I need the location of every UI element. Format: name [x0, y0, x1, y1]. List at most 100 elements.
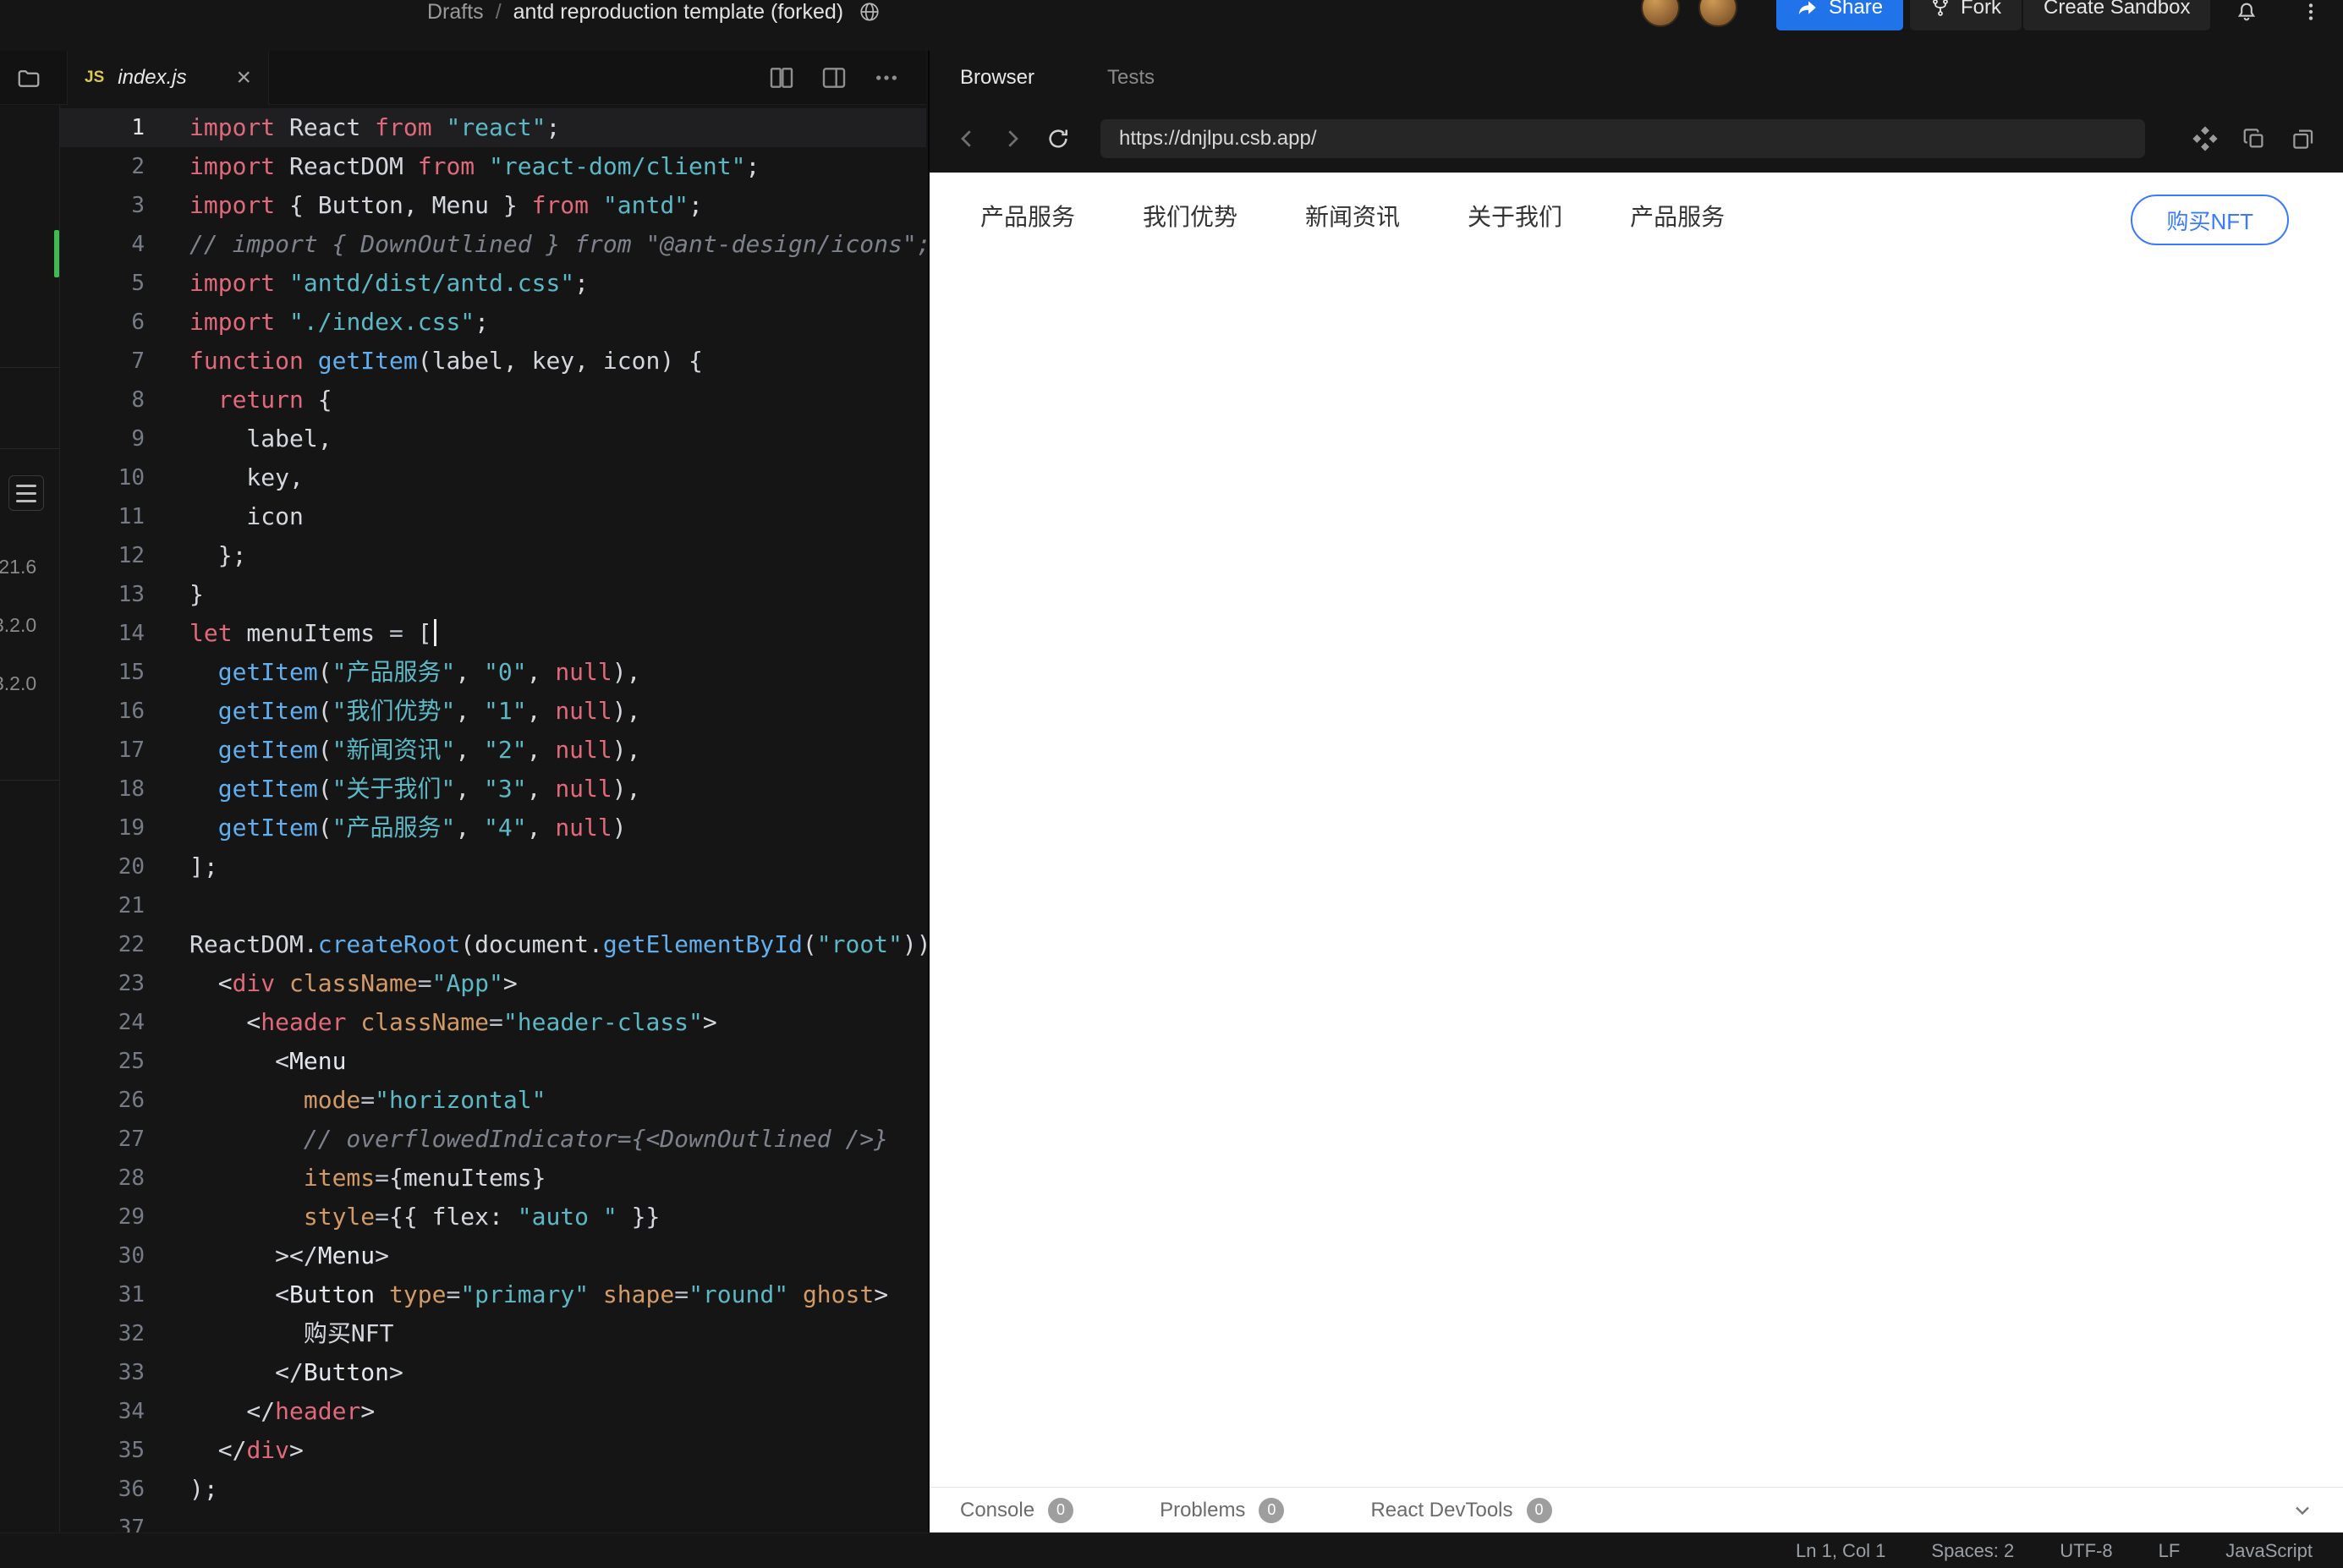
code-line[interactable]: 6 import "./index.css"; [60, 303, 926, 342]
code-line[interactable]: 10 key, [60, 458, 926, 497]
line-content: function getItem(label, key, icon) { [189, 347, 703, 375]
site-menu-item[interactable]: 产品服务 [947, 184, 1109, 250]
site-menu-item[interactable]: 新闻资讯 [1271, 184, 1434, 250]
line-number: 31 [118, 1282, 145, 1308]
code-editor[interactable]: 1 import React from "react"; 2 import React… [60, 105, 926, 1532]
text-cursor [433, 619, 436, 646]
eol-setting[interactable]: LF [2159, 1540, 2181, 1562]
tab-index-js[interactable]: JS index.js × [67, 51, 269, 105]
line-content: }; [189, 541, 247, 569]
buy-nft-button[interactable]: 购买NFT [2131, 195, 2289, 245]
fork-button[interactable]: Fork [1910, 0, 2022, 30]
code-line[interactable]: 34 </header> [60, 1392, 926, 1431]
code-line[interactable]: 1 import React from "react"; [60, 108, 926, 147]
url-input[interactable] [1100, 119, 2145, 158]
more-options-kebab-icon[interactable] [2294, 0, 2328, 29]
line-number: 11 [118, 504, 145, 529]
sandbox-title[interactable]: antd reproduction template (forked) [513, 0, 844, 25]
cursor-position[interactable]: Ln 1, Col 1 [1796, 1540, 1885, 1562]
avatar[interactable] [1641, 0, 1680, 27]
site-menu-item[interactable]: 我们优势 [1109, 184, 1271, 250]
preview-panel: Browser Tests https://dnjlpu.csb.app/ 产品… [928, 51, 2343, 1532]
site-menu-item[interactable]: 关于我们 [1434, 184, 1596, 250]
forward-icon[interactable] [997, 123, 1028, 154]
line-number: 34 [118, 1399, 145, 1424]
breadcrumb-separator: / [495, 0, 502, 24]
line-content: label, [189, 425, 332, 452]
code-line[interactable]: 33 </Button> [60, 1353, 926, 1392]
file-explorer-icon[interactable] [14, 63, 44, 94]
status-bar: Ln 1, Col 1 Spaces: 2 UTF-8 LF JavaScrip… [0, 1532, 2343, 1568]
line-number: 8 [131, 387, 145, 413]
active-file-indicator [54, 230, 59, 277]
indentation-setting[interactable]: Spaces: 2 [1931, 1540, 2014, 1562]
code-line[interactable]: 35 </div> [60, 1431, 926, 1470]
code-line[interactable]: 12 }; [60, 536, 926, 575]
code-line[interactable]: 28 items={menuItems} [60, 1159, 926, 1198]
code-line[interactable]: 30 ></Menu> [60, 1236, 926, 1275]
code-line[interactable]: 21 [60, 886, 926, 925]
open-new-window-icon[interactable] [2289, 124, 2318, 153]
line-content: <Menu [189, 1047, 347, 1075]
code-line[interactable]: 9 label, [60, 419, 926, 458]
tab-tests[interactable]: Tests [1107, 66, 1155, 90]
code-line[interactable]: 27 // overflowedIndicator={<DownOutlined… [60, 1120, 926, 1159]
language-mode[interactable]: JavaScript [2225, 1540, 2313, 1562]
code-line[interactable]: 32 购买NFT [60, 1314, 926, 1353]
copy-url-icon[interactable] [2240, 124, 2269, 153]
code-line[interactable]: 13} [60, 575, 926, 614]
create-sandbox-button[interactable]: Create Sandbox [2023, 0, 2211, 30]
code-line[interactable]: 4 // import { DownOutlined } from "@ant-d… [60, 225, 926, 264]
share-button[interactable]: Share [1776, 0, 1904, 30]
code-line[interactable]: 36); [60, 1470, 926, 1509]
share-label: Share [1829, 0, 1884, 19]
code-line[interactable]: 14 let menuItems = [ [60, 614, 926, 653]
split-editor-icon[interactable] [768, 64, 795, 91]
line-number: 7 [131, 348, 145, 374]
open-preview-icon[interactable] [820, 64, 848, 91]
line-content: </div> [189, 1436, 304, 1464]
code-line[interactable]: 29 style={{ flex: "auto " }} [60, 1198, 926, 1236]
line-number: 36 [118, 1477, 145, 1502]
tab-close-icon[interactable]: × [236, 65, 251, 90]
dependencies-menu-icon[interactable] [8, 475, 44, 511]
line-content: import React from "react"; [189, 113, 561, 141]
line-content: ]; [189, 853, 218, 880]
notifications-bell-icon[interactable] [2230, 0, 2263, 29]
console-tab[interactable]: Console 0 [960, 1497, 1074, 1523]
chevron-down-icon[interactable] [2291, 1499, 2314, 1522]
tab-browser[interactable]: Browser [960, 66, 1034, 90]
code-line[interactable]: 23 <div className="App"> [60, 964, 926, 1003]
avatar[interactable] [1698, 0, 1737, 27]
code-line[interactable]: 31 <Button type="primary" shape="round" … [60, 1275, 926, 1314]
line-content: style={{ flex: "auto " }} [303, 1203, 661, 1231]
code-line[interactable]: 2 import ReactDOM from "react-dom/client"… [60, 147, 926, 186]
code-line[interactable]: 37 [60, 1509, 926, 1532]
code-line[interactable]: 8 return { [60, 381, 926, 419]
code-line[interactable]: 26 mode="horizontal" [60, 1081, 926, 1120]
editor-menu-ellipsis-icon[interactable] [873, 64, 900, 91]
code-line[interactable]: 3 import { Button, Menu } from "antd"; [60, 186, 926, 225]
back-icon[interactable] [952, 123, 982, 154]
code-line[interactable]: 7 function getItem(label, key, icon) { [60, 342, 926, 381]
line-number: 25 [118, 1049, 145, 1074]
breadcrumb-drafts[interactable]: Drafts [427, 0, 484, 25]
console-tab[interactable]: Problems 0 [1160, 1497, 1285, 1523]
code-line[interactable]: 15 getItem("产品服务", "0", null), [60, 653, 926, 692]
code-line[interactable]: 22 ReactDOM.createRoot(document.getElemen… [60, 925, 926, 964]
code-line[interactable]: 16 getItem("我们优势", "1", null), [60, 692, 926, 731]
console-tab[interactable]: React DevTools 0 [1370, 1497, 1552, 1523]
site-menu-item[interactable]: 产品服务 [1596, 184, 1759, 250]
code-line[interactable]: 5 import "antd/dist/antd.css"; [60, 264, 926, 303]
diamond-grid-icon[interactable] [2191, 124, 2220, 153]
code-line[interactable]: 20]; [60, 847, 926, 886]
code-line[interactable]: 24 <header className="header-class"> [60, 1003, 926, 1042]
code-line[interactable]: 18 getItem("关于我们", "3", null), [60, 770, 926, 809]
code-line[interactable]: 17 getItem("新闻资讯", "2", null), [60, 731, 926, 770]
code-line[interactable]: 19 getItem("产品服务", "4", null) [60, 809, 926, 847]
code-line[interactable]: 25 <Menu [60, 1042, 926, 1081]
encoding-setting[interactable]: UTF-8 [2060, 1540, 2112, 1562]
line-content: getItem("我们优势", "1", null), [217, 697, 641, 725]
code-line[interactable]: 11 icon [60, 497, 926, 536]
refresh-icon[interactable] [1043, 123, 1073, 154]
